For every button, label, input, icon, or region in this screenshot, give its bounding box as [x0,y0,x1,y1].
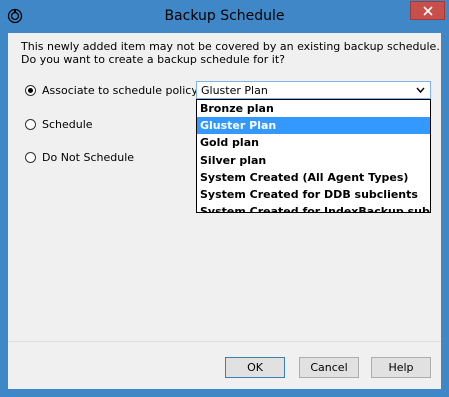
title-bar[interactable]: Backup Schedule [0,0,449,33]
combo-value: Gluster Plan [201,84,268,97]
dropdown-option[interactable]: Silver plan [197,152,430,169]
dropdown-option[interactable]: System Created (All Agent Types) [197,169,430,186]
dialog-window: Backup Schedule This newly added item ma… [0,0,449,397]
cancel-button[interactable]: Cancel [299,357,359,378]
radio-schedule[interactable] [25,119,36,130]
chevron-down-icon[interactable] [416,84,425,96]
close-icon [422,5,433,16]
radio-do-not-schedule-option[interactable]: Do Not Schedule [25,151,134,164]
close-button[interactable] [410,1,445,20]
dropdown-option[interactable]: System Created for DDB subclients [197,186,430,203]
radio-do-not-schedule[interactable] [25,152,36,163]
ok-button[interactable]: OK [225,357,285,378]
schedule-policy-dropdown-list: Bronze plan Gluster Plan Gold plan Silve… [196,99,431,213]
dropdown-option-selected[interactable]: Gluster Plan [197,117,430,135]
schedule-policy-combo[interactable]: Gluster Plan [196,81,431,99]
message-line-1: This newly added item may not be covered… [21,40,440,53]
radio-schedule-option[interactable]: Schedule [25,118,93,131]
dialog-title: Backup Schedule [164,8,285,24]
message-line-2: Do you want to create a backup schedule … [21,53,285,66]
dialog-body: This newly added item may not be covered… [8,33,441,389]
radio-do-not-schedule-label: Do Not Schedule [42,151,135,164]
radio-schedule-label: Schedule [42,118,93,131]
message-text: This newly added item may not be covered… [21,40,440,66]
radio-associate-label: Associate to schedule policy [42,84,198,97]
dropdown-option[interactable]: System Created for IndexBackup subclient… [197,203,430,212]
separator [8,341,441,342]
dropdown-option[interactable]: Bronze plan [197,100,430,117]
dropdown-option[interactable]: Gold plan [197,134,430,151]
radio-associate[interactable] [25,85,36,96]
radio-associate-option[interactable]: Associate to schedule policy [25,84,198,97]
help-button[interactable]: Help [371,357,431,378]
